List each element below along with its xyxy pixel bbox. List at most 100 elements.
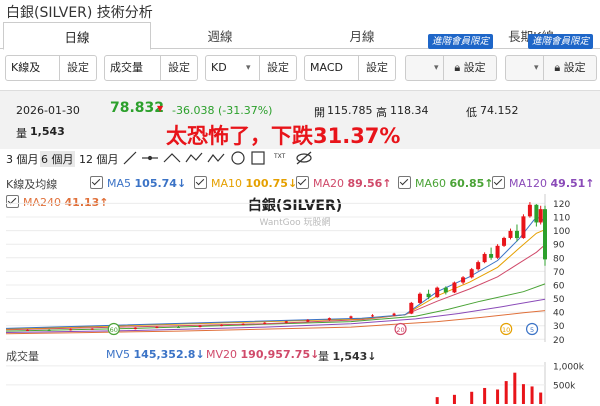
candle-body (443, 287, 448, 293)
tab-monthly[interactable]: 月線 (292, 22, 432, 48)
vip-badge-2: 進階會員限定 (528, 34, 594, 49)
legend-checkbox[interactable] (296, 176, 309, 189)
period-3m[interactable]: 3 個月 (6, 151, 39, 167)
volume-indicator-value: 成交量 (110, 61, 143, 74)
legend-checkbox[interactable] (6, 195, 19, 208)
candle-body (26, 329, 30, 331)
quote-open-label: 開 (314, 106, 325, 119)
legend-ma10[interactable]: MA10 100.75↓ (194, 176, 297, 190)
candle-body (392, 313, 396, 316)
kline-settings-button[interactable]: 設定 (59, 56, 96, 80)
candle-body (47, 329, 51, 331)
legend-checkbox[interactable] (194, 176, 207, 189)
volume-settings-button[interactable]: 設定 (160, 56, 197, 80)
candle-body (495, 245, 500, 258)
circle-tool-icon[interactable] (231, 151, 245, 165)
rect-tool-icon[interactable] (251, 151, 265, 165)
candle-body (527, 204, 532, 217)
tab-daily[interactable]: 日線 (3, 22, 151, 50)
volume-bar (539, 392, 543, 404)
kd-settings-button[interactable]: 設定 (259, 56, 296, 80)
candle-body (349, 316, 353, 319)
volume-bar (513, 372, 517, 404)
y-tick-label: 90 (553, 241, 565, 251)
candle-body (69, 329, 73, 331)
y-tick-label: 60 (553, 281, 565, 291)
chart-toolbar: 3 個月 6 個月 12 個月 TXT (0, 148, 600, 168)
legend-value: 190,957.75↓ (240, 348, 320, 361)
lock-icon: 🔒︎ (554, 61, 561, 74)
legend-ma20[interactable]: MA20 89.56↑ (296, 176, 392, 190)
y-tick-label: 30 (553, 322, 565, 332)
legend-checkbox[interactable] (398, 176, 411, 189)
legend-value: 41.13↑ (64, 196, 109, 209)
hline-tool-icon[interactable] (142, 155, 158, 161)
volume-tick-label: 500k (553, 381, 576, 391)
locked-dropdown-icon-2: ▾ (534, 63, 539, 73)
legend-value: 105.74↓ (134, 177, 187, 190)
candle-body (469, 269, 474, 278)
period-6m[interactable]: 6 個月 (40, 151, 75, 167)
angle-tool-icon[interactable] (163, 153, 181, 163)
candle-body (417, 293, 422, 303)
legend-checkbox[interactable] (90, 176, 103, 189)
legend-label: MV20 (206, 348, 241, 361)
volume-indicator-select[interactable]: 成交量 設定 (104, 55, 198, 81)
legend-label: MA240 (23, 196, 65, 209)
volume-bar (470, 391, 474, 404)
ma-section-label: K線及均線 (6, 178, 58, 191)
legend-label: MA5 (107, 177, 135, 190)
legend-value: 49.51↑ (550, 177, 595, 190)
candle-body (508, 230, 513, 238)
candle-body (112, 328, 116, 330)
y-tick-label: 80 (553, 254, 565, 264)
candle-body (489, 253, 494, 258)
locked-indicator-select-2[interactable]: ▾ 🔒︎ 設定 (505, 55, 597, 81)
candle-body (263, 322, 267, 324)
volume-bar (452, 394, 456, 404)
legend-ma240[interactable]: MA240 41.13↑ (6, 195, 109, 209)
legend-ma120[interactable]: MA120 49.51↑ (492, 176, 595, 190)
y-tick-label: 110 (553, 214, 570, 224)
volume-legend-2: 量 1,543↓ (318, 348, 377, 364)
legend-ma60[interactable]: MA60 60.85↑ (398, 176, 494, 190)
y-tick-label: 50 (553, 295, 565, 305)
kd-indicator-select[interactable]: KD ▾ 設定 (205, 55, 297, 81)
lock-icon: 🔒︎ (454, 61, 461, 74)
candle-body (133, 327, 137, 330)
y-tick-label: 40 (553, 309, 565, 319)
wave-tool-icon[interactable] (185, 152, 203, 163)
trendline-tool-icon[interactable] (123, 151, 137, 165)
candle-body (176, 326, 180, 328)
candle-body (476, 262, 481, 270)
legend-checkbox[interactable] (492, 176, 505, 189)
quote-price: 78.832 (110, 100, 165, 116)
volume-bar (530, 386, 534, 404)
macd-settings-button[interactable]: 設定 (358, 56, 395, 80)
legend-label: MA10 (211, 177, 246, 190)
legend-ma5[interactable]: MA5 105.74↓ (90, 176, 186, 190)
candle-body (543, 209, 547, 260)
period-12m[interactable]: 12 個月 (79, 151, 119, 167)
y-tick-label: 20 (553, 336, 565, 346)
quote-volume-label: 量 (16, 127, 27, 140)
macd-indicator-value: MACD (310, 61, 343, 74)
legend-value: 145,352.8↓ (133, 348, 205, 361)
pattern-tool-icon[interactable] (207, 153, 225, 163)
ma-line-ma5 (5, 216, 546, 329)
locked-indicator-select-1[interactable]: ▾ 🔒︎ 設定 (405, 55, 497, 81)
tab-weekly[interactable]: 週線 (150, 22, 290, 48)
volume-legend-0: MV5 145,352.8↓ (106, 348, 205, 361)
hide-drawings-icon[interactable] (296, 151, 312, 165)
text-tool-icon[interactable]: TXT (273, 153, 286, 160)
locked-settings-button-2[interactable]: 🔒︎ 設定 (543, 56, 596, 80)
legend-label: 量 (318, 350, 333, 363)
ma-marker (394, 322, 407, 336)
y-tick-label: 100 (553, 227, 570, 237)
locked-settings-button-1[interactable]: 🔒︎ 設定 (443, 56, 496, 80)
macd-indicator-select[interactable]: MACD 設定 (304, 55, 396, 81)
kline-indicator-select[interactable]: K線及 設定 (5, 55, 97, 81)
ma-line-ma20 (5, 244, 546, 331)
quote-date: 2026-01-30 (16, 104, 80, 117)
candle-body (306, 319, 310, 322)
